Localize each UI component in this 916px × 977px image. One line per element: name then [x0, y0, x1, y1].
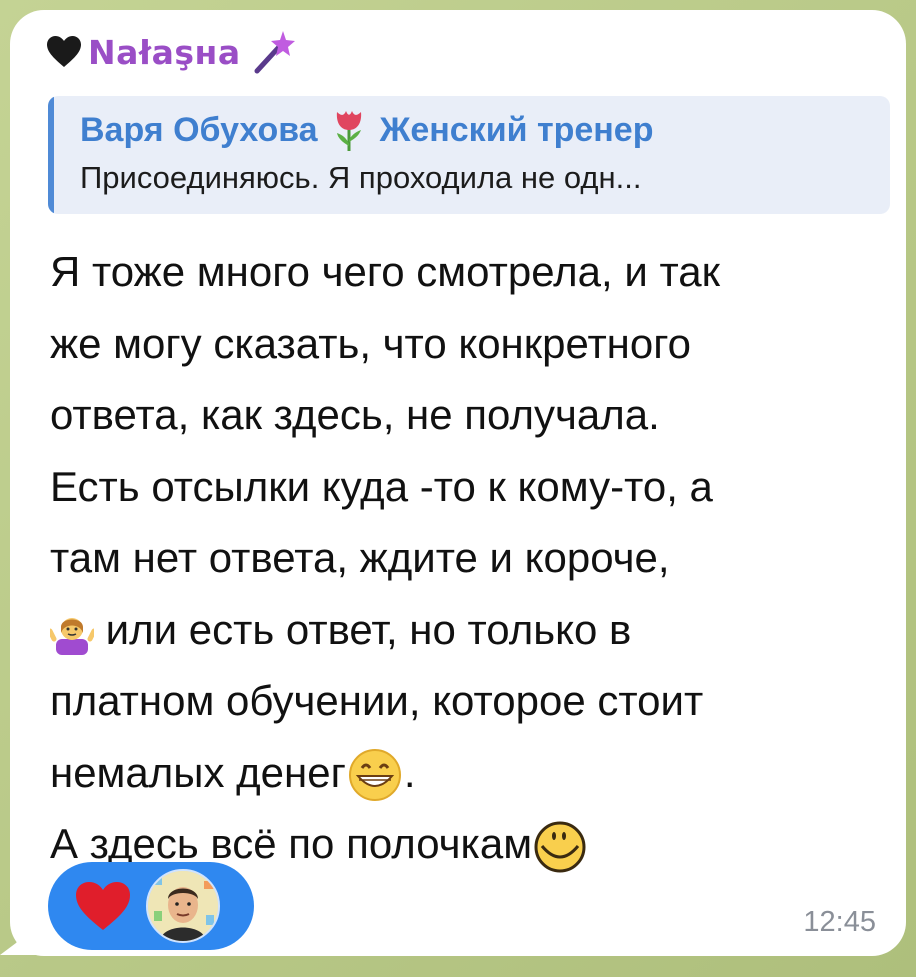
message-time: 12:45 — [803, 906, 876, 938]
reactor-avatar[interactable] — [146, 869, 220, 943]
tulip-icon — [336, 111, 361, 151]
message-line-text: немалых денег — [50, 748, 346, 796]
message-line-text: А здесь всё по полочкам — [50, 820, 533, 867]
magic-wand-icon — [254, 31, 295, 74]
person-shrugging-emoji — [50, 618, 94, 656]
message-bubble[interactable]: Nałaşнa Варя Обухова Женский тренер Прис… — [10, 10, 906, 956]
reply-quote[interactable]: Варя Обухова Женский тренер Присоединяюс… — [48, 96, 890, 214]
message-line: ответа, как здесь, не получала. — [50, 391, 660, 438]
grinning-face-emoji — [348, 749, 401, 802]
heart-reaction-icon[interactable] — [74, 880, 132, 932]
reply-author-name: Варя Обухова — [80, 110, 318, 149]
message-line: Есть отсылки куда -то к кому-то, а — [50, 462, 713, 510]
message-text: Я тоже много чего смотрела, и так же мог… — [50, 236, 900, 880]
message-line: платном обучении, которое стоит — [50, 677, 704, 724]
message-line: же могу сказать, что конкретного — [50, 319, 691, 367]
black-heart-icon — [47, 36, 81, 67]
message-line: Я тоже много чего смотрела, и так — [50, 248, 720, 295]
sender-name[interactable]: Nałaşнa — [88, 33, 241, 72]
reply-text: Присоединяюсь. Я проходила не одн... — [80, 160, 642, 195]
message-line-text: или есть ответ, но только в — [94, 605, 632, 653]
reply-author-title: Женский тренер — [379, 110, 654, 149]
person-avatar-icon — [148, 871, 218, 941]
reactions-pill[interactable] — [48, 862, 254, 950]
reply-accent-bar — [48, 96, 54, 214]
message-line-text: . — [403, 748, 416, 796]
message-line-with-emoji: немалых денег . — [50, 737, 900, 809]
smiling-face-emoji — [534, 821, 586, 873]
message-line-with-emoji: или есть ответ, но только в — [50, 594, 900, 666]
sender-row[interactable]: Nałaşнa — [46, 30, 295, 74]
reply-author: Варя Обухова Женский тренер — [80, 108, 654, 152]
message-line: там нет ответа, ждите и короче, — [50, 534, 670, 581]
